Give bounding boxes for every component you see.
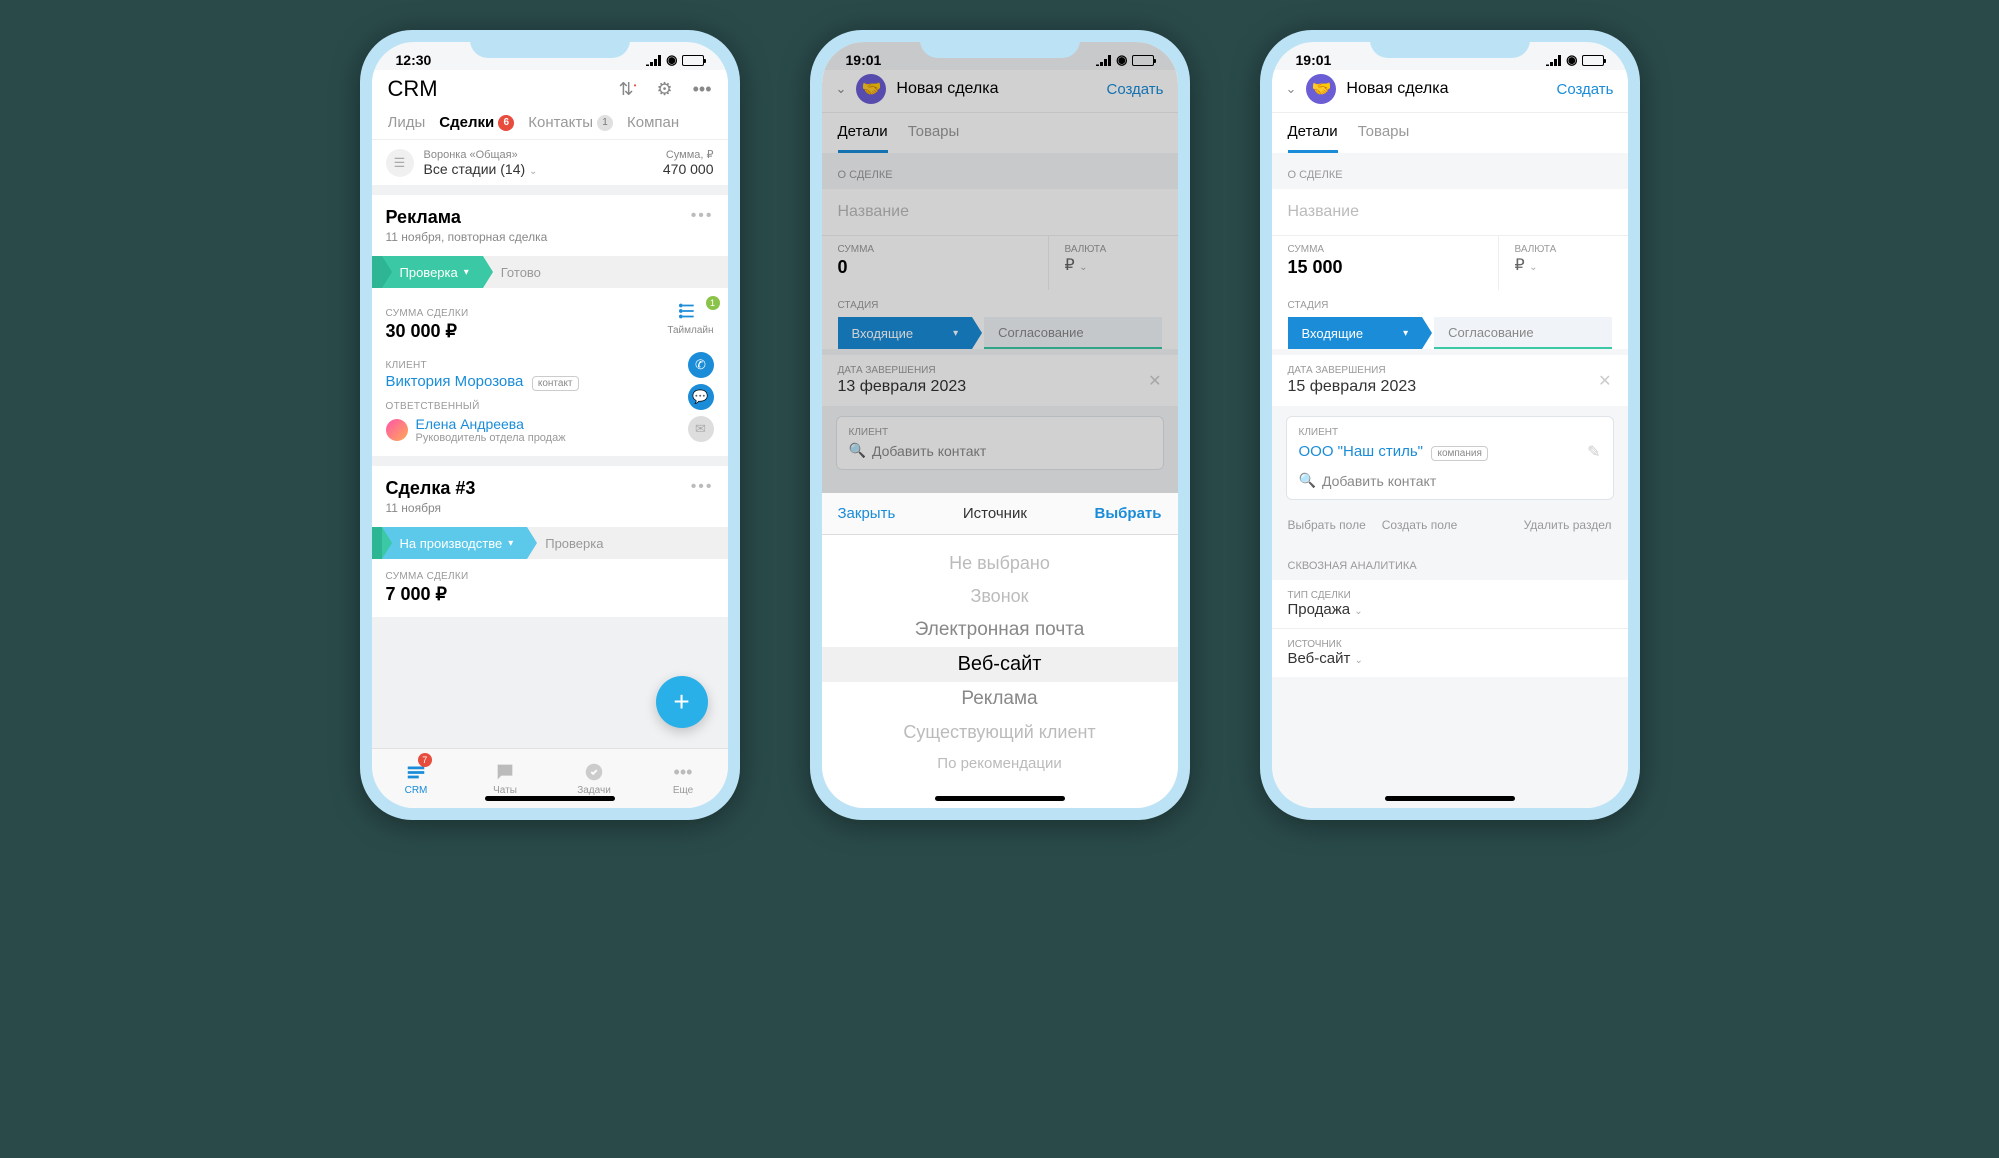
wifi-icon: ◉ — [1566, 52, 1577, 68]
stage-row[interactable]: Проверка▾ Готово — [372, 256, 728, 288]
tabbar-crm[interactable]: 7 CRM — [372, 749, 461, 808]
tab-deals[interactable]: Сделки6 — [439, 114, 514, 131]
chevron-down-icon: ⌄ — [1529, 262, 1537, 273]
select-field-button[interactable]: Выбрать поле — [1288, 518, 1366, 532]
notch — [920, 30, 1080, 58]
chevron-down-icon: ▾ — [464, 267, 469, 278]
filter-icon[interactable]: ⚙ — [656, 79, 672, 100]
client-link[interactable]: Виктория Морозова — [386, 373, 524, 390]
sort-icon[interactable]: ⇅• — [619, 79, 637, 100]
picker-title: Источник — [963, 505, 1027, 522]
picker-wheel[interactable]: Не выбрано Звонок Электронная почта Веб-… — [822, 535, 1178, 808]
tab-leads[interactable]: Лиды — [388, 114, 426, 131]
funnel-selector[interactable]: ☰ Воронка «Общая» Все стадии (14) ⌄ Сумм… — [372, 139, 728, 185]
deal-subtitle: 11 ноября, повторная сделка — [386, 230, 548, 244]
picker-select[interactable]: Выбрать — [1095, 505, 1162, 522]
notch — [1370, 30, 1530, 58]
phone-crm-list: 12:30 ◉ CRM ⇅• ⚙ ••• Лиды Сделки6 Контак… — [360, 30, 740, 820]
mail-button[interactable]: ✉ — [688, 416, 714, 442]
battery-icon — [682, 55, 704, 66]
signal-icon — [1546, 55, 1562, 66]
delete-section-button[interactable]: Удалить раздел — [1524, 518, 1612, 532]
client-tag: контакт — [532, 376, 579, 391]
chevron-down-icon: ▾ — [508, 538, 513, 549]
phone-new-deal-filled: 19:01 ◉ ⌄ 🤝 Новая сделка Создать Детали … — [1260, 30, 1640, 820]
header-title: Новая сделка — [1346, 80, 1546, 98]
deal-title: Сделка #3 — [386, 478, 476, 499]
deal-amount: 7 000 ₽ — [386, 584, 714, 605]
home-indicator[interactable] — [935, 796, 1065, 801]
search-icon: 🔍 — [1299, 472, 1316, 489]
deal-card[interactable]: Реклама 11 ноября, повторная сделка ••• … — [372, 195, 728, 456]
deal-card[interactable]: Сделка #3 11 ноября ••• На производстве▾… — [372, 466, 728, 617]
currency-select[interactable]: ВАЛЮТА ₽ ⌄ — [1499, 236, 1628, 290]
client-link[interactable]: ООО "Наш стиль" — [1299, 443, 1424, 460]
clear-icon[interactable]: ✕ — [1598, 371, 1611, 391]
add-contact-button[interactable]: 🔍 Добавить контакт — [1299, 472, 1601, 489]
chat-button[interactable]: 💬 — [688, 384, 714, 410]
chevron-down-icon: ⌄ — [1354, 606, 1362, 617]
deal-icon: 🤝 — [1306, 74, 1336, 104]
deal-amount: 30 000 ₽ — [386, 321, 469, 342]
phone-new-deal-picker: 19:01 ◉ ⌄ 🤝 Новая сделка Создать Детали … — [810, 30, 1190, 820]
tab-contacts[interactable]: Контакты1 — [528, 114, 613, 131]
client-box: КЛИЕНТ ООО "Наш стиль" компания ✎ 🔍 Доба… — [1286, 416, 1614, 500]
deal-title: Реклама — [386, 207, 548, 228]
battery-icon — [1582, 55, 1604, 66]
client-tag: компания — [1431, 446, 1487, 461]
responsible-link[interactable]: Елена Андреева — [416, 416, 566, 432]
crm-tabs: Лиды Сделки6 Контакты1 Компан — [388, 102, 712, 139]
page-title: CRM — [388, 76, 438, 102]
signal-icon — [646, 55, 662, 66]
funnel-icon: ☰ — [386, 149, 414, 177]
create-button[interactable]: Создать — [1556, 81, 1613, 98]
date-input[interactable]: ДАТА ЗАВЕРШЕНИЯ 15 февраля 2023 ✕ — [1272, 355, 1628, 406]
add-fab[interactable]: + — [656, 676, 708, 728]
home-indicator[interactable] — [1385, 796, 1515, 801]
wifi-icon: ◉ — [666, 52, 677, 68]
create-field-button[interactable]: Создать поле — [1382, 518, 1458, 532]
stage-selector[interactable]: Входящие ▾ Согласование — [1288, 317, 1612, 349]
deal-more-icon[interactable]: ••• — [691, 478, 714, 515]
time: 19:01 — [1296, 52, 1332, 68]
tabbar-more[interactable]: ••• Еще — [639, 749, 728, 808]
chevron-down-icon: ⌄ — [1355, 655, 1363, 666]
edit-icon[interactable]: ✎ — [1587, 442, 1600, 462]
subtab-details[interactable]: Детали — [1288, 123, 1338, 153]
subtab-goods[interactable]: Товары — [1358, 123, 1410, 153]
call-button[interactable]: ✆ — [688, 352, 714, 378]
notch — [470, 30, 630, 58]
timeline-button[interactable]: 1 Таймлайн — [667, 300, 713, 336]
avatar — [386, 419, 408, 441]
home-indicator[interactable] — [485, 796, 615, 801]
picker-overlay[interactable]: Закрыть Источник Выбрать Не выбрано Звон… — [822, 42, 1178, 808]
chevron-down-icon: ⌄ — [529, 166, 537, 177]
picker-close[interactable]: Закрыть — [838, 505, 896, 522]
chevron-down-icon: ▾ — [1403, 328, 1408, 339]
name-input[interactable]: Название — [1272, 189, 1628, 236]
deal-type-select[interactable]: ТИП СДЕЛКИ Продажа ⌄ — [1272, 580, 1628, 629]
source-select[interactable]: ИСТОЧНИК Веб-сайт ⌄ — [1272, 629, 1628, 677]
deal-subtitle: 11 ноября — [386, 501, 476, 515]
stage-row[interactable]: На производстве▾ Проверка — [372, 527, 728, 559]
collapse-icon[interactable]: ⌄ — [1286, 81, 1297, 97]
deal-more-icon[interactable]: ••• — [691, 207, 714, 244]
time: 12:30 — [396, 52, 432, 68]
sum-input[interactable]: СУММА 15 000 — [1272, 236, 1499, 290]
more-icon[interactable]: ••• — [693, 79, 712, 100]
tab-companies[interactable]: Компан — [627, 114, 679, 131]
